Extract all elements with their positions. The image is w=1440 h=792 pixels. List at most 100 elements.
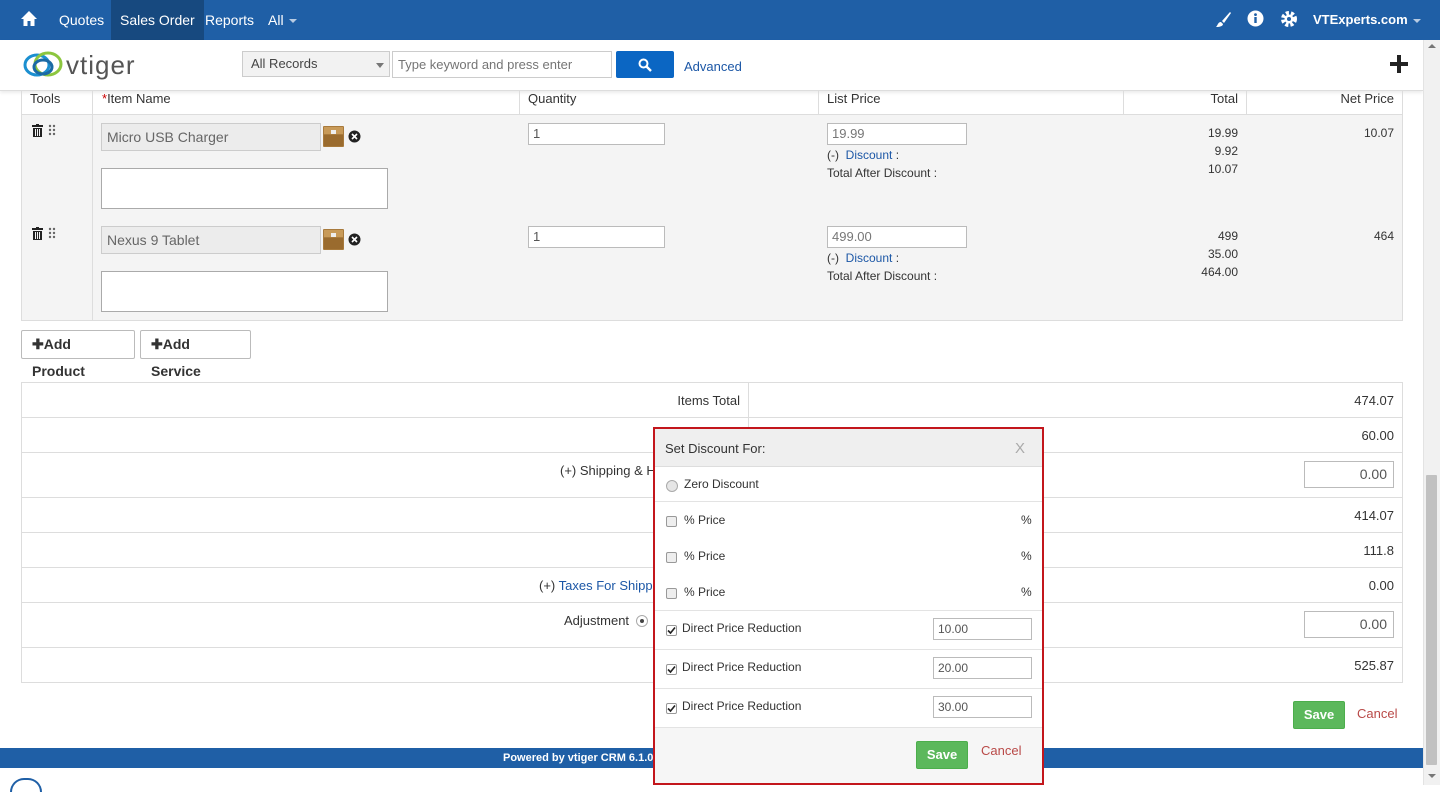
direct-reduction-label: Direct Price Reduction — [682, 660, 802, 674]
cancel-button[interactable]: Cancel — [1357, 706, 1397, 721]
percent-price-checkbox[interactable] — [666, 588, 677, 599]
direct-reduction-checkbox[interactable] — [666, 625, 677, 636]
gear-icon[interactable] — [1280, 0, 1299, 40]
plus-icon[interactable] — [1390, 55, 1408, 73]
quantity-input[interactable]: 1 — [528, 226, 665, 248]
top-nav: Quotes Sales Order Reports All VTExperts… — [0, 0, 1440, 40]
popup-title: Set Discount For: — [665, 441, 766, 456]
item-name-field[interactable]: Nexus 9 Tablet — [101, 226, 321, 254]
trash-icon[interactable] — [32, 227, 43, 243]
drag-handle-icon[interactable] — [48, 124, 56, 139]
percent-price-label: % Price — [684, 513, 726, 527]
popup-cancel-button[interactable]: Cancel — [981, 743, 1021, 758]
adjustment-radio[interactable] — [636, 615, 648, 627]
trash-icon[interactable] — [32, 124, 43, 140]
direct-reduction-input[interactable]: 30.00 — [933, 696, 1032, 718]
save-button[interactable]: Save — [1293, 701, 1345, 729]
total-after-discount-label: Total After Discount : — [827, 269, 938, 283]
nav-reports[interactable]: Reports — [205, 0, 254, 40]
taxes-shipping-link[interactable]: Taxes For Shippin — [559, 578, 663, 593]
chevron-down-icon — [1412, 18, 1421, 23]
info-icon[interactable] — [1247, 0, 1265, 40]
net-price-value: 10.07 — [1363, 126, 1394, 140]
add-product-button[interactable]: ✚Add Product — [21, 330, 135, 379]
adjustment-input[interactable]: 0.00 — [1304, 611, 1394, 638]
home-icon[interactable] — [20, 0, 40, 40]
discount-prefix: (-) — [827, 148, 839, 162]
direct-reduction-checkbox[interactable] — [666, 664, 677, 675]
net-price-value: 464 — [1373, 229, 1394, 243]
product-box-icon[interactable] — [323, 229, 344, 253]
product-box-icon[interactable] — [323, 126, 344, 150]
scroll-up-arrow-icon[interactable] — [1428, 44, 1436, 48]
column-header-item-name: *Item Name — [102, 91, 171, 106]
direct-reduction-label: Direct Price Reduction — [682, 621, 802, 635]
close-icon[interactable]: X — [1015, 440, 1025, 457]
discount-link[interactable]: Discount — [846, 251, 893, 265]
item-description-textarea[interactable] — [101, 271, 388, 312]
percent-unit: % — [1021, 513, 1032, 527]
paint-brush-icon[interactable] — [1215, 0, 1233, 40]
discount-line: (-) Discount : — [827, 251, 899, 265]
drag-handle-icon[interactable] — [48, 227, 56, 242]
discount-colon: : — [895, 148, 900, 162]
shipping-row-label: (+) Shipping & Ha — [560, 463, 663, 478]
set-discount-popup: Set Discount For: X Zero Discount % Pric… — [653, 427, 1044, 785]
account-name: VTExperts.com — [1313, 12, 1408, 27]
taxes-shipping-prefix: (+) — [539, 578, 556, 593]
item-name-label: Item Name — [107, 91, 171, 106]
vtiger-logo[interactable]: vtiger — [22, 48, 162, 82]
nav-all[interactable]: All — [268, 0, 297, 40]
clear-circle-icon[interactable] — [348, 233, 361, 249]
records-filter-select[interactable]: All Records — [242, 51, 390, 77]
search-button[interactable] — [616, 51, 674, 78]
percent-unit: % — [1021, 585, 1032, 599]
footer-text: Powered by vtiger CRM 6.1.0 © — [503, 752, 665, 764]
cloud-logo-icon — [23, 51, 63, 77]
column-header-net-price: Net Price — [1340, 91, 1394, 106]
grand-total-value: 525.87 — [1354, 658, 1394, 673]
discount-value: 35.00 — [1207, 247, 1238, 261]
discount-link[interactable]: Discount — [846, 148, 893, 162]
chat-bubble-icon[interactable] — [10, 778, 42, 792]
logo-text: vtiger — [66, 50, 136, 80]
list-price-input[interactable]: 499.00 — [827, 226, 967, 248]
plus-icon: ✚ — [151, 336, 163, 352]
nav-quotes[interactable]: Quotes — [59, 0, 104, 40]
scroll-down-arrow-icon[interactable] — [1428, 774, 1436, 778]
clear-circle-icon[interactable] — [348, 130, 361, 146]
shipping-input[interactable]: 0.00 — [1304, 461, 1394, 488]
chevron-down-icon — [288, 19, 297, 24]
items-total-value: 474.07 — [1354, 393, 1394, 408]
popup-header: Set Discount For: X — [655, 429, 1042, 467]
direct-reduction-input[interactable]: 10.00 — [933, 618, 1032, 640]
direct-price-reduction-row: Direct Price Reduction 30.00 — [655, 689, 1042, 728]
search-icon — [638, 58, 652, 72]
search-input[interactable] — [392, 51, 612, 78]
divider — [21, 417, 1403, 418]
records-filter-value: All Records — [251, 56, 318, 71]
percent-price-checkbox[interactable] — [666, 552, 677, 563]
direct-reduction-input[interactable]: 20.00 — [933, 657, 1032, 679]
popup-save-button[interactable]: Save — [916, 741, 968, 769]
check-icon — [667, 704, 676, 713]
search-header: vtiger All Records Advanced — [0, 40, 1423, 91]
list-price-input[interactable]: 19.99 — [827, 123, 967, 145]
column-header-tools: Tools — [30, 91, 61, 106]
nav-sales-order[interactable]: Sales Order — [111, 0, 204, 40]
discount-value: 9.92 — [1214, 144, 1238, 158]
zero-discount-radio[interactable] — [666, 480, 678, 492]
percent-price-checkbox[interactable] — [666, 516, 677, 527]
quantity-input[interactable]: 1 — [528, 123, 665, 145]
item-name-field[interactable]: Micro USB Charger — [101, 123, 321, 151]
account-menu[interactable]: VTExperts.com — [1313, 0, 1421, 40]
direct-reduction-checkbox[interactable] — [666, 703, 677, 714]
scrollbar-thumb[interactable] — [1426, 475, 1437, 765]
percent-price-row: % Price % — [655, 574, 1042, 611]
tax-value: 111.8 — [1363, 543, 1394, 558]
add-service-button[interactable]: ✚Add Service — [140, 330, 251, 379]
item-description-textarea[interactable] — [101, 168, 388, 209]
advanced-search-link[interactable]: Advanced — [684, 59, 742, 74]
discount-line: (-) Discount : — [827, 148, 899, 162]
plus-icon: ✚ — [32, 336, 44, 352]
